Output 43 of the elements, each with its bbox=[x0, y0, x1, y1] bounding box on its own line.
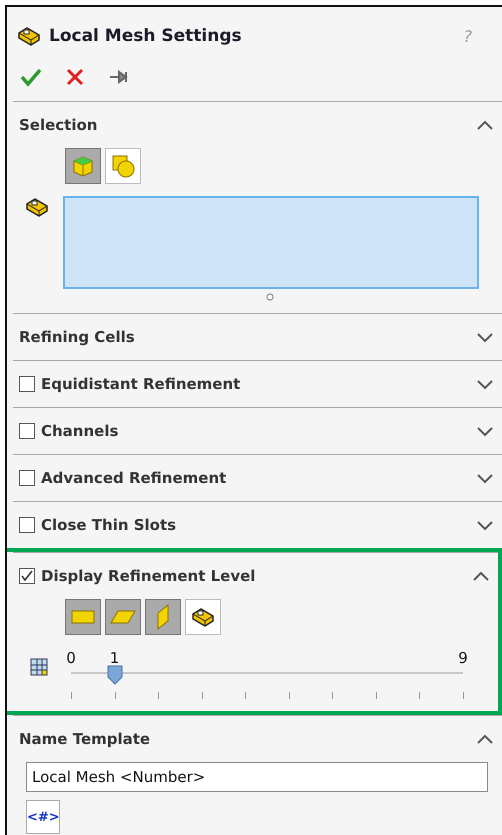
window-title: Local Mesh Settings bbox=[49, 26, 243, 46]
slider-value-label: 1 bbox=[110, 649, 120, 667]
view-toggle[interactable] bbox=[105, 599, 141, 635]
slanted-plane-icon bbox=[155, 603, 171, 631]
expand-chevron-icon[interactable] bbox=[476, 378, 494, 390]
filter-toggle[interactable] bbox=[65, 148, 101, 184]
checkbox[interactable] bbox=[19, 517, 35, 533]
section-title: Selection bbox=[19, 116, 98, 134]
grid-icon bbox=[29, 657, 49, 677]
part-icon bbox=[17, 25, 41, 47]
checkbox[interactable] bbox=[19, 376, 35, 392]
collapse-chevron-icon[interactable] bbox=[476, 732, 494, 744]
parallelogram-icon bbox=[110, 608, 136, 626]
checkbox[interactable] bbox=[19, 423, 35, 439]
rectangle-icon bbox=[70, 608, 96, 626]
section-title: Close Thin Slots bbox=[41, 516, 178, 534]
slider-max-label: 9 bbox=[458, 649, 468, 667]
expand-chevron-icon[interactable] bbox=[476, 424, 494, 436]
part-icon bbox=[25, 196, 49, 218]
view-toggle[interactable] bbox=[185, 599, 221, 635]
view-toggle[interactable] bbox=[65, 599, 101, 635]
name-template-field[interactable]: Local Mesh <Number> bbox=[26, 762, 488, 792]
section-title: Display Refinement Level bbox=[41, 567, 256, 585]
collapse-chevron-icon[interactable] bbox=[476, 118, 494, 130]
resize-grip-icon[interactable] bbox=[266, 293, 274, 301]
expand-chevron-icon[interactable] bbox=[476, 330, 494, 342]
section-title: Refining Cells bbox=[19, 328, 136, 346]
section-title: Name Template bbox=[19, 730, 152, 748]
view-toggle[interactable] bbox=[145, 599, 181, 635]
checkbox[interactable] bbox=[19, 470, 35, 486]
collapse-chevron-icon[interactable] bbox=[472, 570, 490, 582]
part-icon bbox=[191, 606, 215, 628]
section-title: Equidistant Refinement bbox=[41, 375, 242, 393]
checkbox[interactable] bbox=[19, 568, 35, 584]
section-title: Channels bbox=[41, 422, 120, 440]
slider-min-label: 0 bbox=[66, 649, 76, 667]
filter-toggle[interactable] bbox=[105, 148, 141, 184]
slider-thumb[interactable] bbox=[106, 665, 122, 685]
expand-chevron-icon[interactable] bbox=[476, 472, 494, 484]
expand-chevron-icon[interactable] bbox=[476, 518, 494, 530]
shapes-icon bbox=[110, 153, 136, 179]
section-title: Advanced Refinement bbox=[41, 469, 228, 487]
insert-number-button[interactable]: <#> bbox=[26, 800, 60, 834]
